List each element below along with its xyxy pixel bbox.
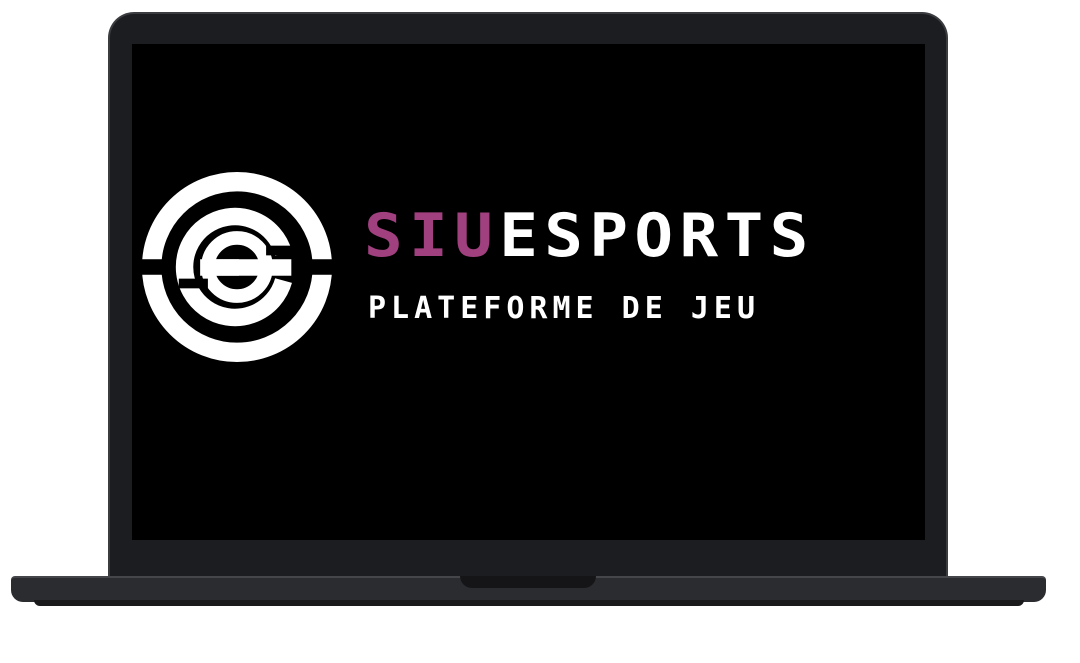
laptop-notch: [460, 576, 596, 588]
brand-accent-text: SIU: [364, 201, 500, 271]
laptop-base-foot: [34, 600, 1024, 606]
laptop-mockup: SIUESPORTS PLATEFORME DE JEU: [0, 0, 1080, 663]
brand-tagline: PLATEFORME DE JEU: [368, 291, 761, 326]
brand-main-text: ESPORTS: [499, 201, 815, 271]
siu-esports-logo-icon: [140, 171, 334, 363]
laptop-screen: SIUESPORTS PLATEFORME DE JEU: [132, 44, 925, 540]
brand-name: SIUESPORTS: [364, 204, 815, 268]
